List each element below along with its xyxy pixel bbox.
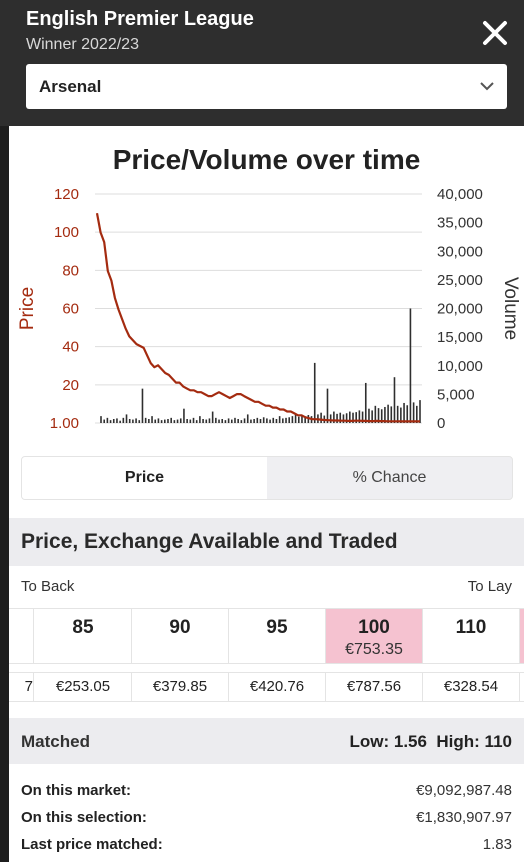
- y2-tick-label: 20,000: [437, 301, 483, 318]
- stat-last-price: Last price matched: 1.83: [21, 836, 512, 858]
- ladder-price: 95: [266, 617, 288, 638]
- traded-amount: €379.85: [132, 673, 229, 701]
- traded-amount-clipped: 7: [9, 673, 34, 701]
- stat-value: 1.83: [482, 836, 512, 853]
- chart-mode-toggle: Price % Chance: [21, 456, 513, 500]
- traded-row: 7 €253.05 €379.85 €420.76 €787.56 €328.5…: [9, 672, 524, 702]
- stat-label: Last price matched:: [21, 836, 163, 853]
- y2-tick-label: 35,000: [437, 215, 483, 232]
- y-tick-label: 60: [62, 301, 79, 318]
- ladder-cell[interactable]: 85: [35, 609, 132, 663]
- price-ladder: 85 90 95 100 €753.35 110: [9, 608, 524, 664]
- y2-axis-label: Volume: [500, 277, 521, 340]
- stat-value: €1,830,907.97: [416, 809, 512, 826]
- traded-amount: €253.05: [35, 673, 132, 701]
- y2-tick-label: 25,000: [437, 272, 483, 289]
- y-tick-label: 1.00: [50, 415, 79, 432]
- market-header: English Premier League Winner 2022/23 Ar…: [0, 0, 524, 126]
- selection-value: Arsenal: [39, 77, 102, 96]
- stat-on-selection: On this selection: €1,830,907.97: [21, 809, 512, 831]
- stat-on-market: On this market: €9,092,987.48: [21, 782, 512, 804]
- ladder-price: 90: [169, 617, 191, 638]
- y-tick-label: 120: [54, 186, 79, 203]
- y2-tick-label: 30,000: [437, 243, 483, 260]
- price-toggle-button[interactable]: Price: [22, 457, 267, 499]
- ladder-price: 100: [358, 617, 390, 638]
- matched-label: Matched: [21, 732, 90, 751]
- stat-label: On this market:: [21, 782, 132, 799]
- ladder-cell-clipped[interactable]: [520, 609, 524, 663]
- ladder-amount: €753.35: [345, 641, 403, 658]
- traded-amount: €787.56: [326, 673, 423, 701]
- exchange-heading: Price, Exchange Available and Traded: [21, 530, 398, 553]
- ladder-cell[interactable]: 110: [423, 609, 520, 663]
- y2-tick-label: 5,000: [437, 386, 475, 403]
- to-lay-label: To Lay: [467, 578, 512, 595]
- y-tick-label: 80: [62, 262, 79, 279]
- y2-tick-label: 15,000: [437, 329, 483, 346]
- y-axis-label: Price: [17, 287, 38, 330]
- market-title: English Premier League: [26, 8, 254, 30]
- y-tick-label: 40: [62, 339, 79, 356]
- ladder-cell-clipped[interactable]: [9, 609, 34, 663]
- stat-label: On this selection:: [21, 809, 147, 826]
- ladder-cell-last-traded[interactable]: 100 €753.35: [326, 609, 423, 663]
- y2-tick-label: 10,000: [437, 358, 483, 375]
- matched-range: Low: 1.56 High: 110: [349, 732, 513, 751]
- traded-amount: €420.76: [229, 673, 326, 701]
- market-subtitle: Winner 2022/23: [26, 36, 139, 53]
- chance-toggle-button[interactable]: % Chance: [267, 457, 512, 499]
- ladder-price: 85: [72, 617, 94, 638]
- price-volume-chart: 120 100 80 60 40 20 1.00 40,000 35,000 30,000 25,0…: [17, 186, 521, 432]
- market-panel: Price/Volume over time 120 100 80 60 40 20 1.0…: [9, 126, 524, 862]
- exchange-heading-band: Price, Exchange Available and Traded: [9, 518, 524, 566]
- matched-band: Matched Low: 1.56 High: 110: [9, 718, 524, 764]
- y2-tick-label: 0: [437, 415, 445, 432]
- stat-value: €9,092,987.48: [416, 782, 512, 799]
- ladder-cell[interactable]: 90: [132, 609, 229, 663]
- selection-dropdown[interactable]: Arsenal: [26, 64, 507, 109]
- y2-tick-label: 40,000: [437, 186, 483, 203]
- to-back-label: To Back: [21, 578, 75, 595]
- close-icon[interactable]: [480, 18, 510, 48]
- y-tick-label: 100: [54, 224, 79, 241]
- y-tick-label: 20: [62, 377, 79, 394]
- ladder-price: 110: [455, 617, 487, 638]
- ladder-cell[interactable]: 95: [229, 609, 326, 663]
- traded-amount: €328.54: [423, 673, 520, 701]
- price-line: [95, 212, 420, 423]
- chevron-down-icon: [480, 82, 494, 91]
